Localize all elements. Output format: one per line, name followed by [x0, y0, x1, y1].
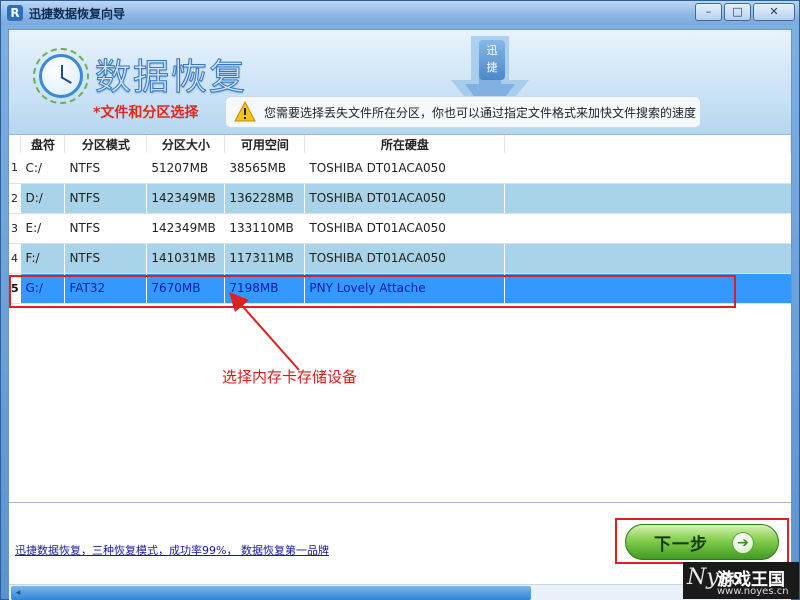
arrow-right-icon: ➔	[732, 532, 754, 554]
app-logo-icon: R	[7, 5, 23, 21]
cell-mode: NTFS	[64, 213, 148, 244]
horizontal-scrollbar[interactable]: ◂	[9, 584, 791, 600]
cell-drive: F:/	[20, 243, 66, 274]
page-title: 数据恢复	[94, 57, 248, 99]
column-header-free[interactable]: 可用空间	[224, 135, 306, 153]
table-row[interactable]: 1 C:/ NTFS 51207MB 38565MB TOSHIBA DT01A…	[9, 153, 791, 184]
window-controls: – □ ✕	[695, 3, 795, 21]
footer-divider	[9, 502, 791, 503]
cell-disk: TOSHIBA DT01ACA050	[304, 153, 506, 184]
cell-free: 117311MB	[224, 243, 306, 274]
cell-mode: NTFS	[64, 183, 148, 214]
table-row[interactable]: 3 E:/ NTFS 142349MB 133110MB TOSHIBA DT0…	[9, 213, 791, 244]
watermark: Nyes 游戏王国 www.noyes.cn	[683, 562, 799, 599]
tip-box: 您需要选择丢失文件所在分区，你也可以通过指定文件格式来加快文件搜索的速度	[225, 96, 701, 128]
cell-free: 133110MB	[224, 213, 306, 244]
cell-drive: E:/	[20, 213, 66, 244]
cell-size: 142349MB	[146, 213, 226, 244]
brand-sign: 迅 捷	[479, 40, 505, 80]
brand-char-2: 捷	[486, 61, 498, 74]
cell-free: 38565MB	[224, 153, 306, 184]
scroll-left-icon[interactable]: ◂	[11, 586, 25, 600]
column-header-size[interactable]: 分区大小	[146, 135, 226, 153]
promo-link[interactable]: 迅捷数据恢复，三种恢复模式，成功率99%， 数据恢复第一品牌	[15, 542, 329, 558]
cell-drive: C:/	[20, 153, 66, 184]
cell-blank	[504, 213, 791, 244]
brand-char-1: 迅	[486, 44, 498, 57]
row-index: 3	[9, 213, 22, 244]
cell-size: 51207MB	[146, 153, 226, 184]
client-area: 数据恢复 迅 捷 *文件和分区选择 您需要选择丢失文件所在分区，你也可以通过指定…	[8, 29, 792, 600]
cell-size: 142349MB	[146, 183, 226, 214]
cell-blank	[504, 183, 791, 214]
highlight-box-selected-row	[9, 275, 736, 308]
column-header-mode[interactable]: 分区模式	[64, 135, 148, 153]
maximize-button[interactable]: □	[724, 3, 751, 21]
cell-size: 141031MB	[146, 243, 226, 274]
watermark-url: www.noyes.cn	[717, 586, 789, 597]
partition-table-area: 盘符 分区模式 分区大小 可用空间 所在硬盘 1 C:/ NTFS 51207M…	[9, 134, 791, 600]
column-header-index	[9, 135, 22, 153]
table-header-row: 盘符 分区模式 分区大小 可用空间 所在硬盘	[9, 135, 791, 153]
cell-blank	[504, 153, 791, 184]
next-button-label: 下一步	[654, 534, 708, 555]
annotation-arrow-icon	[229, 292, 300, 371]
row-index: 1	[9, 153, 22, 184]
cell-mode: NTFS	[64, 153, 148, 184]
column-header-blank	[504, 135, 791, 153]
app-window: R 迅捷数据恢复向导 – □ ✕ 数据恢复 迅 捷 *文件和分区选择 您需要选择…	[0, 0, 800, 600]
wizard-header: 数据恢复 迅 捷 *文件和分区选择 您需要选择丢失文件所在分区，你也可以通过指定…	[9, 30, 791, 134]
title-bar[interactable]: R 迅捷数据恢复向导 – □ ✕	[1, 1, 799, 25]
table-row[interactable]: 4 F:/ NTFS 141031MB 117311MB TOSHIBA DT0…	[9, 243, 791, 274]
row-index: 2	[9, 183, 22, 214]
cell-blank	[504, 243, 791, 274]
scrollbar-thumb[interactable]	[11, 586, 531, 600]
tip-text: 您需要选择丢失文件所在分区，你也可以通过指定文件格式来加快文件搜索的速度	[264, 105, 697, 120]
column-header-disk[interactable]: 所在硬盘	[304, 135, 506, 153]
window-title: 迅捷数据恢复向导	[29, 6, 126, 21]
cell-disk: TOSHIBA DT01ACA050	[304, 213, 506, 244]
cell-disk: TOSHIBA DT01ACA050	[304, 243, 506, 274]
cell-free: 136228MB	[224, 183, 306, 214]
warning-icon	[234, 101, 256, 122]
row-index: 4	[9, 243, 22, 274]
close-button[interactable]: ✕	[753, 3, 795, 21]
table-row[interactable]: 2 D:/ NTFS 142349MB 136228MB TOSHIBA DT0…	[9, 183, 791, 214]
cell-mode: NTFS	[64, 243, 148, 274]
cell-drive: D:/	[20, 183, 66, 214]
clock-icon	[39, 54, 83, 98]
step-label: *文件和分区选择	[93, 105, 199, 121]
annotation-text: 选择内存卡存储设备	[222, 368, 358, 386]
next-button[interactable]: 下一步 ➔	[625, 524, 779, 560]
column-header-drive[interactable]: 盘符	[20, 135, 66, 153]
minimize-button[interactable]: –	[695, 3, 722, 21]
cell-disk: TOSHIBA DT01ACA050	[304, 183, 506, 214]
